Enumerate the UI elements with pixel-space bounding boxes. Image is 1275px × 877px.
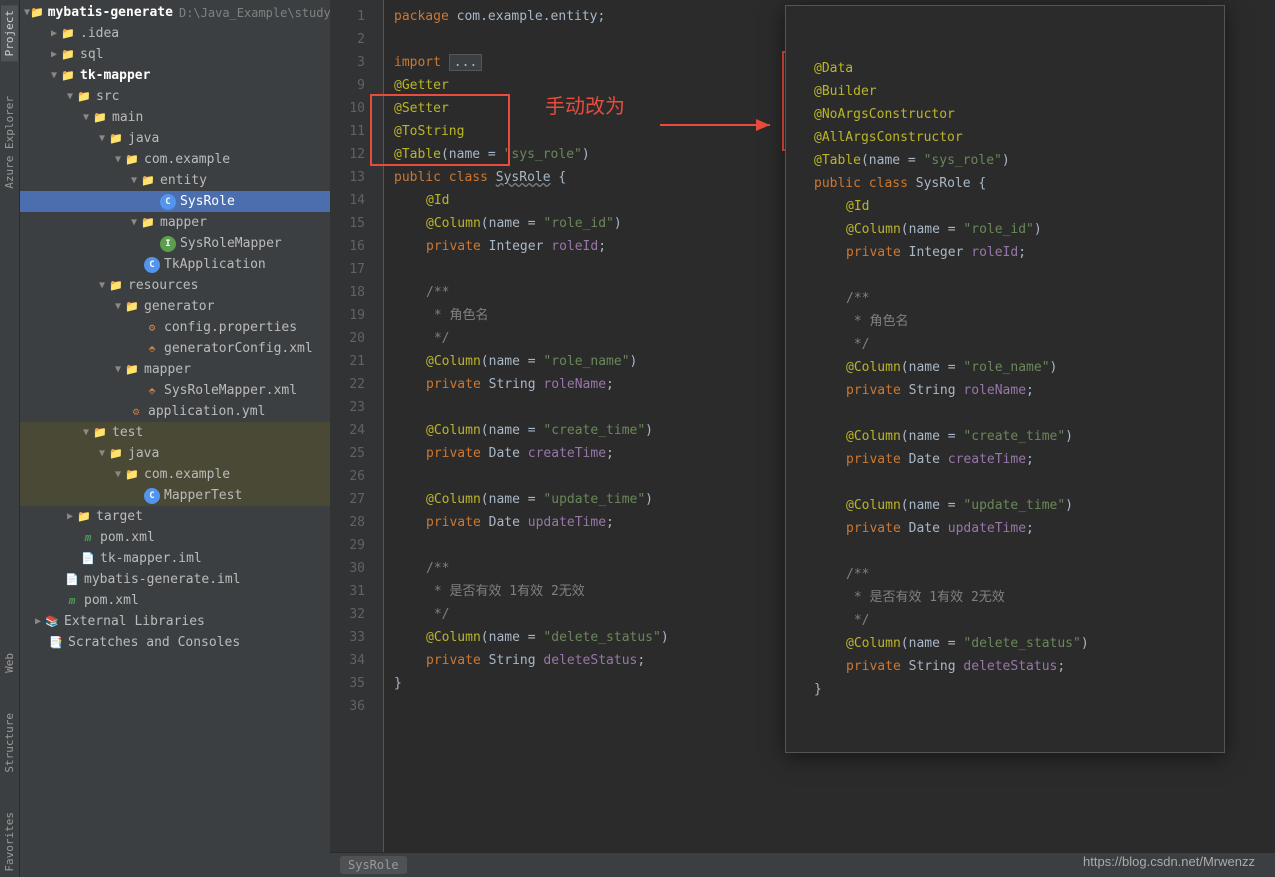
tree-item-sysrole[interactable]: CSysRole (20, 191, 330, 212)
tree-item[interactable]: ▼📁resources (20, 275, 330, 296)
xml-icon: ⬘ (144, 341, 160, 357)
tree-item[interactable]: mpom.xml (20, 590, 330, 611)
scratches-icon: 📑 (48, 635, 64, 651)
tab-web[interactable]: Web (1, 648, 18, 678)
maven-icon: m (80, 530, 96, 546)
yml-icon: ⚙ (128, 404, 144, 420)
tree-item[interactable]: ▶📁.idea (20, 23, 330, 44)
xml-icon: ⬘ (144, 383, 160, 399)
tree-item[interactable]: mpom.xml (20, 527, 330, 548)
tree-item[interactable]: ⚙application.yml (20, 401, 330, 422)
tree-item[interactable]: ▼📁tk-mapper (20, 65, 330, 86)
tree-item[interactable]: ▼📁main (20, 107, 330, 128)
iml-icon: 📄 (64, 572, 80, 588)
tab-azure[interactable]: Azure Explorer (1, 91, 18, 194)
class-icon: C (144, 257, 160, 273)
tab-favorites[interactable]: Favorites (1, 807, 18, 877)
breadcrumb[interactable]: SysRole (340, 856, 407, 874)
code-popup[interactable]: @Data @Builder @NoArgsConstructor @AllAr… (785, 5, 1225, 753)
class-icon: C (144, 488, 160, 504)
tree-item[interactable]: ▼📁test (20, 422, 330, 443)
tab-structure[interactable]: Structure (1, 708, 18, 778)
tree-item[interactable]: CMapperTest (20, 485, 330, 506)
tree-item[interactable]: 📑Scratches and Consoles (20, 632, 330, 653)
tree-item[interactable]: ⬘generatorConfig.xml (20, 338, 330, 359)
tree-item[interactable]: ▶📁sql (20, 44, 330, 65)
tree-item[interactable]: ▶📚External Libraries (20, 611, 330, 632)
tree-item[interactable]: 📄mybatis-generate.iml (20, 569, 330, 590)
tree-item[interactable]: ⬘SysRoleMapper.xml (20, 380, 330, 401)
tree-item[interactable]: ▼📁java (20, 443, 330, 464)
watermark: https://blog.csdn.net/Mrwenzz (1083, 854, 1255, 869)
tree-item[interactable]: ▼📁entity (20, 170, 330, 191)
tree-item[interactable]: ▼📁generator (20, 296, 330, 317)
tree-item[interactable]: ISysRoleMapper (20, 233, 330, 254)
iml-icon: 📄 (80, 551, 96, 567)
tree-item[interactable]: ▼📁com.example (20, 149, 330, 170)
libs-icon: 📚 (44, 614, 60, 630)
vertical-tabs: Project Azure Explorer Web Structure Fav… (0, 0, 20, 877)
tree-item[interactable]: ▼📁com.example (20, 464, 330, 485)
arrow-icon (660, 110, 780, 140)
tree-item[interactable]: ▼📁src (20, 86, 330, 107)
interface-icon: I (160, 236, 176, 252)
maven-icon: m (64, 593, 80, 609)
annotation-label: 手动改为 (545, 90, 625, 119)
project-tree[interactable]: ▼📁mybatis-generateD:\Java_Example\study\… (20, 0, 330, 877)
tree-item[interactable]: ⚙config.properties (20, 317, 330, 338)
class-icon: C (160, 194, 176, 210)
tree-item[interactable]: ▼📁mapper (20, 359, 330, 380)
tree-item[interactable]: ▼📁mapper (20, 212, 330, 233)
props-icon: ⚙ (144, 320, 160, 336)
tab-project[interactable]: Project (1, 5, 18, 61)
tree-item[interactable]: CTkApplication (20, 254, 330, 275)
line-gutter: 1239101112131415161718192021222324252627… (330, 0, 384, 877)
tree-item[interactable]: ▶📁target (20, 506, 330, 527)
tree-root[interactable]: ▼📁mybatis-generateD:\Java_Example\study\… (20, 2, 330, 23)
tree-item[interactable]: ▼📁java (20, 128, 330, 149)
tree-item[interactable]: 📄tk-mapper.iml (20, 548, 330, 569)
